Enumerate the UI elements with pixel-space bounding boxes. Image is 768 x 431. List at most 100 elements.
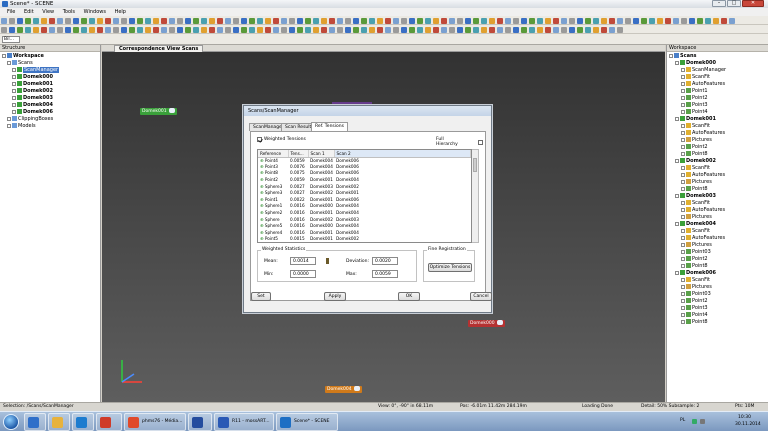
toolbar-tool-icon[interactable] — [497, 26, 503, 33]
expand-toggle-icon[interactable] — [681, 130, 685, 135]
toolbar-tool-icon[interactable] — [17, 26, 23, 33]
expand-toggle-icon[interactable] — [681, 67, 685, 72]
expand-toggle-icon[interactable] — [681, 95, 685, 100]
toolbar-tool-icon[interactable] — [337, 26, 343, 33]
workspace-item[interactable]: Domek004 — [667, 221, 768, 228]
structure-item[interactable]: Domek003 — [0, 95, 100, 102]
workspace-item[interactable]: Pictures — [667, 137, 768, 144]
taskbar-app-button[interactable] — [96, 413, 122, 431]
toolbar-tool-icon[interactable] — [345, 17, 351, 24]
toolbar-tool-icon[interactable] — [73, 26, 79, 33]
workspace-item[interactable]: Point2 — [667, 144, 768, 151]
toolbar-tool-icon[interactable] — [169, 17, 175, 24]
toolbar-tool-icon[interactable] — [161, 26, 167, 33]
workspace-item[interactable]: AutoFeatures — [667, 81, 768, 88]
expand-toggle-icon[interactable] — [675, 158, 679, 163]
toolbar-tool-icon[interactable] — [57, 26, 63, 33]
toolbar-tool-icon[interactable] — [49, 17, 55, 24]
toolbar-tool-icon[interactable] — [217, 26, 223, 33]
toolbar-tool-icon[interactable] — [145, 26, 151, 33]
toolbar-tool-icon[interactable] — [289, 26, 295, 33]
toolbar-tool-icon[interactable] — [377, 26, 383, 33]
workspace-item[interactable]: Point4 — [667, 109, 768, 116]
structure-item[interactable]: Domek006 — [0, 109, 100, 116]
toolbar-tool-icon[interactable] — [137, 17, 143, 24]
toolbar-tool-icon[interactable] — [673, 17, 679, 24]
toolbar-tool-icon[interactable] — [497, 17, 503, 24]
toolbar-tool-icon[interactable] — [169, 26, 175, 33]
toolbar-tool-icon[interactable] — [505, 17, 511, 24]
toolbar-tool-icon[interactable] — [369, 26, 375, 33]
toolbar-tool-icon[interactable] — [249, 26, 255, 33]
workspace-item[interactable]: AutoFeatures — [667, 130, 768, 137]
toolbar-tool-icon[interactable] — [177, 26, 183, 33]
toolbar-tool-icon[interactable] — [545, 17, 551, 24]
workspace-item[interactable]: Point8 — [667, 263, 768, 270]
expand-toggle-icon[interactable] — [12, 67, 16, 72]
start-button[interactable] — [3, 414, 19, 430]
menu-view[interactable]: View — [42, 9, 54, 15]
dialog-titlebar[interactable]: Scans/ScanManager — [244, 106, 491, 116]
structure-item[interactable]: ScanManager — [0, 67, 100, 74]
volume-icon[interactable] — [700, 419, 705, 424]
expand-toggle-icon[interactable] — [681, 284, 685, 289]
toolbar-tool-icon[interactable] — [41, 17, 47, 24]
taskbar-app-button[interactable]: R11 - mossART... — [214, 413, 274, 431]
toolbar-tool-icon[interactable] — [417, 26, 423, 33]
workspace-item[interactable]: Domek000 — [667, 60, 768, 67]
toolbar-tool-icon[interactable] — [273, 26, 279, 33]
optimize-tensions-button[interactable]: Optimize Tensions — [428, 263, 472, 272]
toolbar-tool-icon[interactable] — [713, 17, 719, 24]
toolbar-tool-icon[interactable] — [513, 17, 519, 24]
toolbar-tool-icon[interactable] — [569, 26, 575, 33]
toolbar-tool-icon[interactable] — [209, 26, 215, 33]
toolbar-tool-icon[interactable] — [337, 17, 343, 24]
expand-toggle-icon[interactable] — [12, 81, 16, 86]
workspace-item[interactable]: ScanFit — [667, 123, 768, 130]
toolbar-tool-icon[interactable] — [265, 17, 271, 24]
toolbar-tool-icon[interactable] — [457, 17, 463, 24]
expand-toggle-icon[interactable] — [681, 137, 685, 142]
toolbar-tool-icon[interactable] — [377, 17, 383, 24]
table-row[interactable]: ⊕ Point5 0.0015 Domek001 Domek002 — [258, 236, 471, 242]
structure-item[interactable]: ClippingBoxes — [0, 116, 100, 123]
toolbar-tool-icon[interactable] — [729, 17, 735, 24]
workspace-item[interactable]: Domek003 — [667, 193, 768, 200]
toolbar-tool-icon[interactable] — [281, 26, 287, 33]
table-row[interactable]: ⊕ Sphere5 0.0016 Domek000 Domek004 — [258, 223, 471, 230]
toolbar-tool-icon[interactable] — [449, 26, 455, 33]
expand-toggle-icon[interactable] — [681, 74, 685, 79]
workspace-item[interactable]: AutoFeatures — [667, 172, 768, 179]
toolbar-tool-icon[interactable] — [233, 17, 239, 24]
toolbar-tool-icon[interactable] — [321, 26, 327, 33]
toolbar-tool-icon[interactable] — [113, 17, 119, 24]
toolbar-tool-icon[interactable] — [81, 26, 87, 33]
workspace-item[interactable]: Domek002 — [667, 158, 768, 165]
expand-toggle-icon[interactable] — [681, 291, 685, 296]
toolbar-tool-icon[interactable] — [281, 17, 287, 24]
toolbar-tool-icon[interactable] — [721, 17, 727, 24]
expand-toggle-icon[interactable] — [675, 60, 679, 65]
menu-windows[interactable]: Windows — [84, 9, 106, 15]
taskbar-app-button[interactable] — [48, 413, 70, 431]
table-scrollbar[interactable] — [472, 149, 479, 243]
toolbar-tool-icon[interactable] — [369, 17, 375, 24]
toolbar-tool-icon[interactable] — [33, 26, 39, 33]
workspace-item[interactable]: Domek001 — [667, 116, 768, 123]
expand-toggle-icon[interactable] — [681, 256, 685, 261]
toolbar-tool-icon[interactable] — [609, 17, 615, 24]
weighted-tensions-checkbox[interactable]: Weighted Tensions — [257, 137, 306, 142]
workspace-item[interactable]: ScanManager — [667, 67, 768, 74]
toolbar-tool-icon[interactable] — [665, 17, 671, 24]
column-header-reference[interactable]: Reference — [258, 150, 289, 158]
toolbar-tool-icon[interactable] — [529, 17, 535, 24]
menu-edit[interactable]: Edit — [24, 9, 34, 15]
toolbar-tool-icon[interactable] — [577, 17, 583, 24]
table-row[interactable]: ⊕ Sphere 0.0016 Domek002 Domek003 — [258, 216, 471, 223]
workspace-item[interactable]: Point2 — [667, 256, 768, 263]
structure-item[interactable]: Domek002 — [0, 88, 100, 95]
toolbar-tool-icon[interactable] — [457, 26, 463, 33]
workspace-item[interactable]: Point8 — [667, 151, 768, 158]
tab-correspondence-view[interactable]: Correspondence View Scans — [114, 45, 204, 52]
expand-toggle-icon[interactable] — [681, 298, 685, 303]
